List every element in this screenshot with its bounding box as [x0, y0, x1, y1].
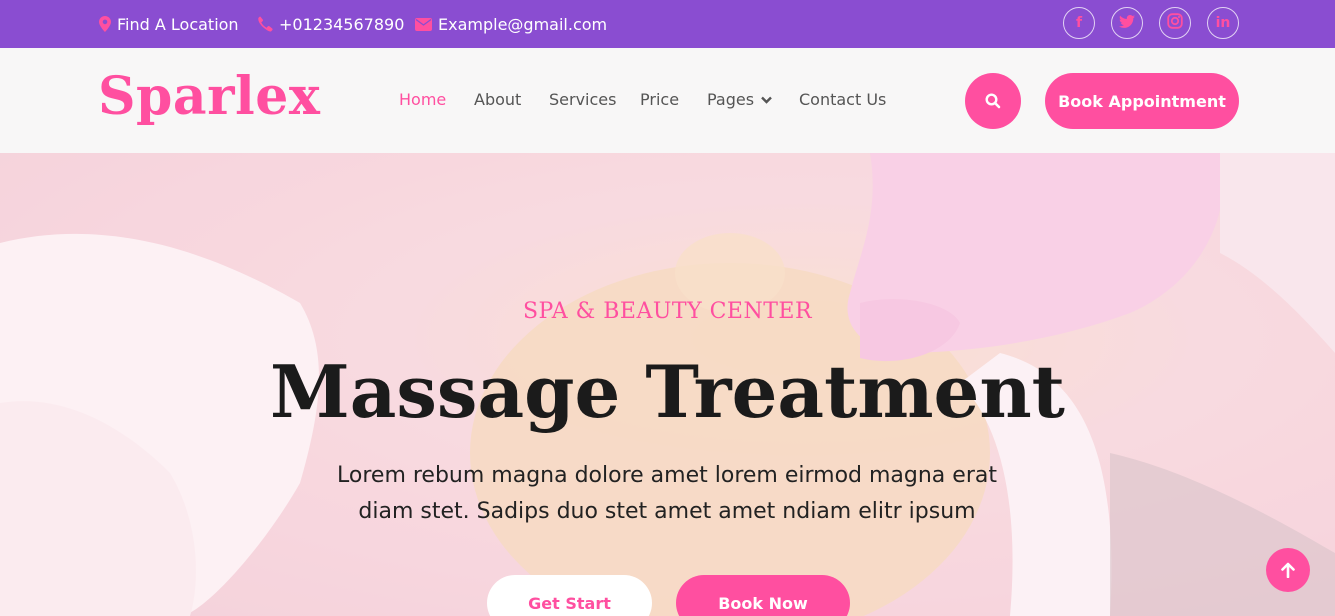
linkedin-link[interactable]: in [1207, 7, 1239, 39]
nav-services[interactable]: Services [549, 90, 616, 109]
nav-contact[interactable]: Contact Us [799, 90, 886, 109]
instagram-icon [1167, 13, 1183, 33]
nav-home[interactable]: Home [399, 90, 446, 109]
phone-info[interactable]: +01234567890 [257, 0, 404, 48]
book-now-button[interactable]: Book Now [676, 575, 850, 616]
linkedin-icon: in [1215, 15, 1231, 31]
hero-subtitle: SPA & BEAUTY CENTER [522, 299, 813, 324]
location-info[interactable]: Find A Location [99, 0, 239, 48]
facebook-icon: f [1075, 15, 1083, 31]
facebook-link[interactable]: f [1063, 7, 1095, 39]
instagram-link[interactable] [1159, 7, 1191, 39]
hero-description: Lorem rebum magna dolore amet lorem eirm… [337, 463, 997, 524]
hero-section: SPA & BEAUTY CENTER Massage Treatment Lo… [0, 153, 1335, 616]
envelope-icon [415, 17, 432, 31]
phone-text: +01234567890 [279, 14, 405, 34]
map-marker-icon [99, 16, 111, 32]
search-icon [985, 93, 1001, 109]
hero-title: Massage Treatment [270, 349, 1065, 434]
nav-pages-label: Pages [707, 90, 755, 109]
nav-pages-dropdown[interactable]: Pages [707, 90, 772, 109]
top-info-bar: Find A Location +01234567890 Example@gma… [0, 0, 1335, 48]
phone-icon [257, 16, 273, 32]
book-appointment-button[interactable]: Book Appointment [1045, 73, 1239, 129]
main-navbar: Sparlex Home About Services Price Pages … [0, 48, 1335, 153]
back-to-top-button[interactable] [1266, 548, 1310, 592]
location-text: Find A Location [117, 14, 239, 34]
twitter-link[interactable] [1111, 7, 1143, 39]
arrow-up-icon [1281, 562, 1295, 578]
twitter-icon [1119, 14, 1135, 32]
chevron-down-icon [761, 96, 772, 104]
email-info[interactable]: Example@gmail.com [415, 0, 607, 48]
nav-about[interactable]: About [474, 90, 521, 109]
nav-price[interactable]: Price [640, 90, 679, 109]
get-start-button[interactable]: Get Start [487, 575, 652, 616]
email-text: Example@gmail.com [438, 14, 608, 34]
site-logo[interactable]: Sparlex [98, 66, 320, 127]
search-button[interactable] [965, 73, 1021, 129]
